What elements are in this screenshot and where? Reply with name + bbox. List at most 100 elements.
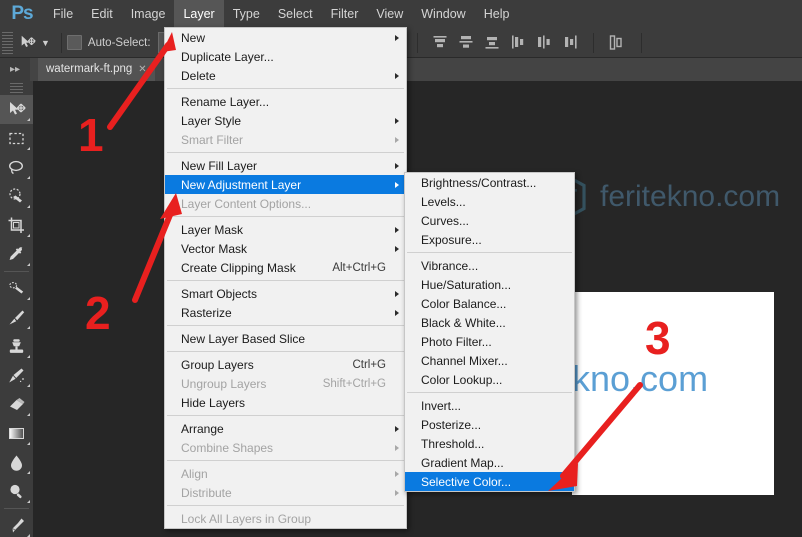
layer-menu-item-layer-mask[interactable]: Layer Mask — [165, 220, 406, 239]
layer-menu-item-hide-layers[interactable]: Hide Layers — [165, 393, 406, 412]
adjustment-submenu-item-posterize[interactable]: Posterize... — [405, 415, 574, 434]
adjustment-submenu-item-gradient-map[interactable]: Gradient Map... — [405, 453, 574, 472]
menu-item-label: Gradient Map... — [421, 455, 504, 470]
tool-clone-stamp-tool[interactable] — [0, 332, 33, 361]
image-canvas[interactable]: kno.com — [572, 292, 774, 495]
current-tool-preview[interactable]: ▼ — [13, 34, 56, 51]
layer-menu-item-layer-style[interactable]: Layer Style — [165, 111, 406, 130]
document-tab-watermark-ft-png[interactable]: watermark-ft.png ✕ — [38, 57, 155, 81]
adjustment-submenu-item-vibrance[interactable]: Vibrance... — [405, 256, 574, 275]
close-icon[interactable]: ✕ — [138, 64, 146, 75]
tool-eraser-tool[interactable] — [0, 390, 33, 419]
menu-help[interactable]: Help — [475, 0, 519, 28]
tool-blur-tool[interactable] — [0, 448, 33, 477]
tool-lasso-tool[interactable] — [0, 153, 33, 182]
layer-menu-item-arrange[interactable]: Arrange — [165, 419, 406, 438]
adjustment-submenu-item-color-balance[interactable]: Color Balance... — [405, 294, 574, 313]
adjustment-submenu-item-curves[interactable]: Curves... — [405, 211, 574, 230]
adjustment-submenu-item-channel-mixer[interactable]: Channel Mixer... — [405, 351, 574, 370]
adjustment-submenu-item-brightness-contrast[interactable]: Brightness/Contrast... — [405, 173, 574, 192]
tool-eyedropper-tool[interactable] — [0, 240, 33, 269]
layer-menu-separator — [167, 325, 404, 326]
tool-spot-healing-brush-tool[interactable] — [0, 274, 33, 303]
layer-menu-item-smart-objects[interactable]: Smart Objects — [165, 284, 406, 303]
menu-item-label: Vibrance... — [421, 258, 479, 273]
distribute-horizontal-centers-icon[interactable] — [536, 34, 553, 51]
menu-filter[interactable]: Filter — [322, 0, 368, 28]
menu-item-label: Channel Mixer... — [421, 353, 508, 368]
toolbox-divider-2 — [4, 508, 29, 509]
menu-window[interactable]: Window — [412, 0, 474, 28]
adjustment-submenu-separator — [407, 252, 572, 253]
tool-gradient-tool[interactable] — [0, 419, 33, 448]
menu-item-label: New Adjustment Layer — [181, 177, 302, 192]
layer-menu-separator — [167, 280, 404, 281]
menu-edit[interactable]: Edit — [82, 0, 122, 28]
adjustment-submenu-item-invert[interactable]: Invert... — [405, 396, 574, 415]
menu-item-label: Delete — [181, 68, 216, 83]
layer-menu-item-create-clipping-mask[interactable]: Create Clipping Mask Alt+Ctrl+G — [165, 258, 406, 277]
layer-menu-item-vector-mask[interactable]: Vector Mask — [165, 239, 406, 258]
distribute-vertical-centers-icon[interactable] — [458, 34, 475, 51]
adjustment-submenu-item-selective-color[interactable]: Selective Color... — [405, 472, 574, 491]
auto-select-label: Auto-Select: — [87, 36, 151, 49]
menu-type[interactable]: Type — [224, 0, 269, 28]
adjustment-submenu-separator — [407, 392, 572, 393]
distribute-right-edges-icon[interactable] — [562, 34, 579, 51]
layer-menu-item-layer-content-options: Layer Content Options... — [165, 194, 406, 213]
options-bar-grip[interactable] — [2, 31, 13, 54]
tool-crop-tool[interactable] — [0, 211, 33, 240]
blur-tool-icon — [11, 455, 22, 471]
menu-item-label: New — [181, 30, 206, 45]
tool-move-tool[interactable] — [0, 95, 33, 124]
layer-menu-item-duplicate-layer[interactable]: Duplicate Layer... — [165, 47, 406, 66]
layer-menu-item-group-layers[interactable]: Group Layers Ctrl+G — [165, 355, 406, 374]
menu-view[interactable]: View — [367, 0, 412, 28]
toolbox-divider — [4, 271, 29, 272]
adjustment-submenu-item-exposure[interactable]: Exposure... — [405, 230, 574, 249]
layer-menu-item-delete[interactable]: Delete — [165, 66, 406, 85]
tool-brush-tool[interactable] — [0, 303, 33, 332]
adjustment-submenu-item-color-lookup[interactable]: Color Lookup... — [405, 370, 574, 389]
menu-item-label: Hide Layers — [181, 395, 246, 410]
layer-menu-item-new-fill-layer[interactable]: New Fill Layer — [165, 156, 406, 175]
adjustment-submenu-item-threshold[interactable]: Threshold... — [405, 434, 574, 453]
tool-quick-selection-tool[interactable] — [0, 182, 33, 211]
menu-file[interactable]: File — [44, 0, 82, 28]
menu-item-label: Layer Style — [181, 113, 242, 128]
layer-menu-item-new-layer-based-slice[interactable]: New Layer Based Slice — [165, 329, 406, 348]
tool-pen-tool[interactable] — [0, 511, 33, 537]
adjustment-submenu-item-hue-saturation[interactable]: Hue/Saturation... — [405, 275, 574, 294]
chevron-down-icon[interactable]: ▼ — [41, 38, 50, 48]
dodge-tool-icon — [10, 484, 22, 499]
adjustment-submenu-item-black-white[interactable]: Black & White... — [405, 313, 574, 332]
menu-item-label: Smart Objects — [181, 286, 258, 301]
menu-item-label: Distribute — [181, 485, 232, 500]
distribute-bottom-edges-icon[interactable] — [484, 34, 501, 51]
move-tool-icon — [10, 102, 26, 115]
distribute-top-edges-icon[interactable] — [432, 34, 449, 51]
adjustment-submenu-item-photo-filter[interactable]: Photo Filter... — [405, 332, 574, 351]
chevron-right-icon — [395, 181, 399, 188]
layer-menu-item-new[interactable]: New — [165, 28, 406, 47]
adjustment-submenu-item-levels[interactable]: Levels... — [405, 192, 574, 211]
options-divider-3 — [592, 32, 594, 53]
menu-item-label: Smart Filter — [181, 132, 244, 147]
layer-menu-item-ungroup-layers: Ungroup Layers Shift+Ctrl+G — [165, 374, 406, 393]
expand-panels-icon[interactable]: ▸▸ — [0, 57, 30, 81]
distribute-left-edges-icon[interactable] — [510, 34, 527, 51]
menu-select[interactable]: Select — [269, 0, 322, 28]
layer-menu-item-rasterize[interactable]: Rasterize — [165, 303, 406, 322]
distribute-spacing-icon[interactable] — [608, 34, 625, 51]
auto-select-checkbox[interactable] — [66, 35, 82, 50]
toolbox-grip[interactable] — [10, 83, 23, 93]
tool-history-brush-tool[interactable] — [0, 361, 33, 390]
layer-menu-item-new-adjustment-layer[interactable]: New Adjustment Layer — [165, 175, 406, 194]
menu-layer[interactable]: Layer — [174, 0, 224, 28]
tool-rectangular-marquee-tool[interactable] — [0, 124, 33, 153]
layer-menu-item-rename-layer[interactable]: Rename Layer... — [165, 92, 406, 111]
menu-image[interactable]: Image — [122, 0, 175, 28]
menu-item-shortcut: Alt+Ctrl+G — [332, 261, 386, 274]
quick-selection-tool-icon — [9, 188, 22, 203]
tool-dodge-tool[interactable] — [0, 477, 33, 506]
